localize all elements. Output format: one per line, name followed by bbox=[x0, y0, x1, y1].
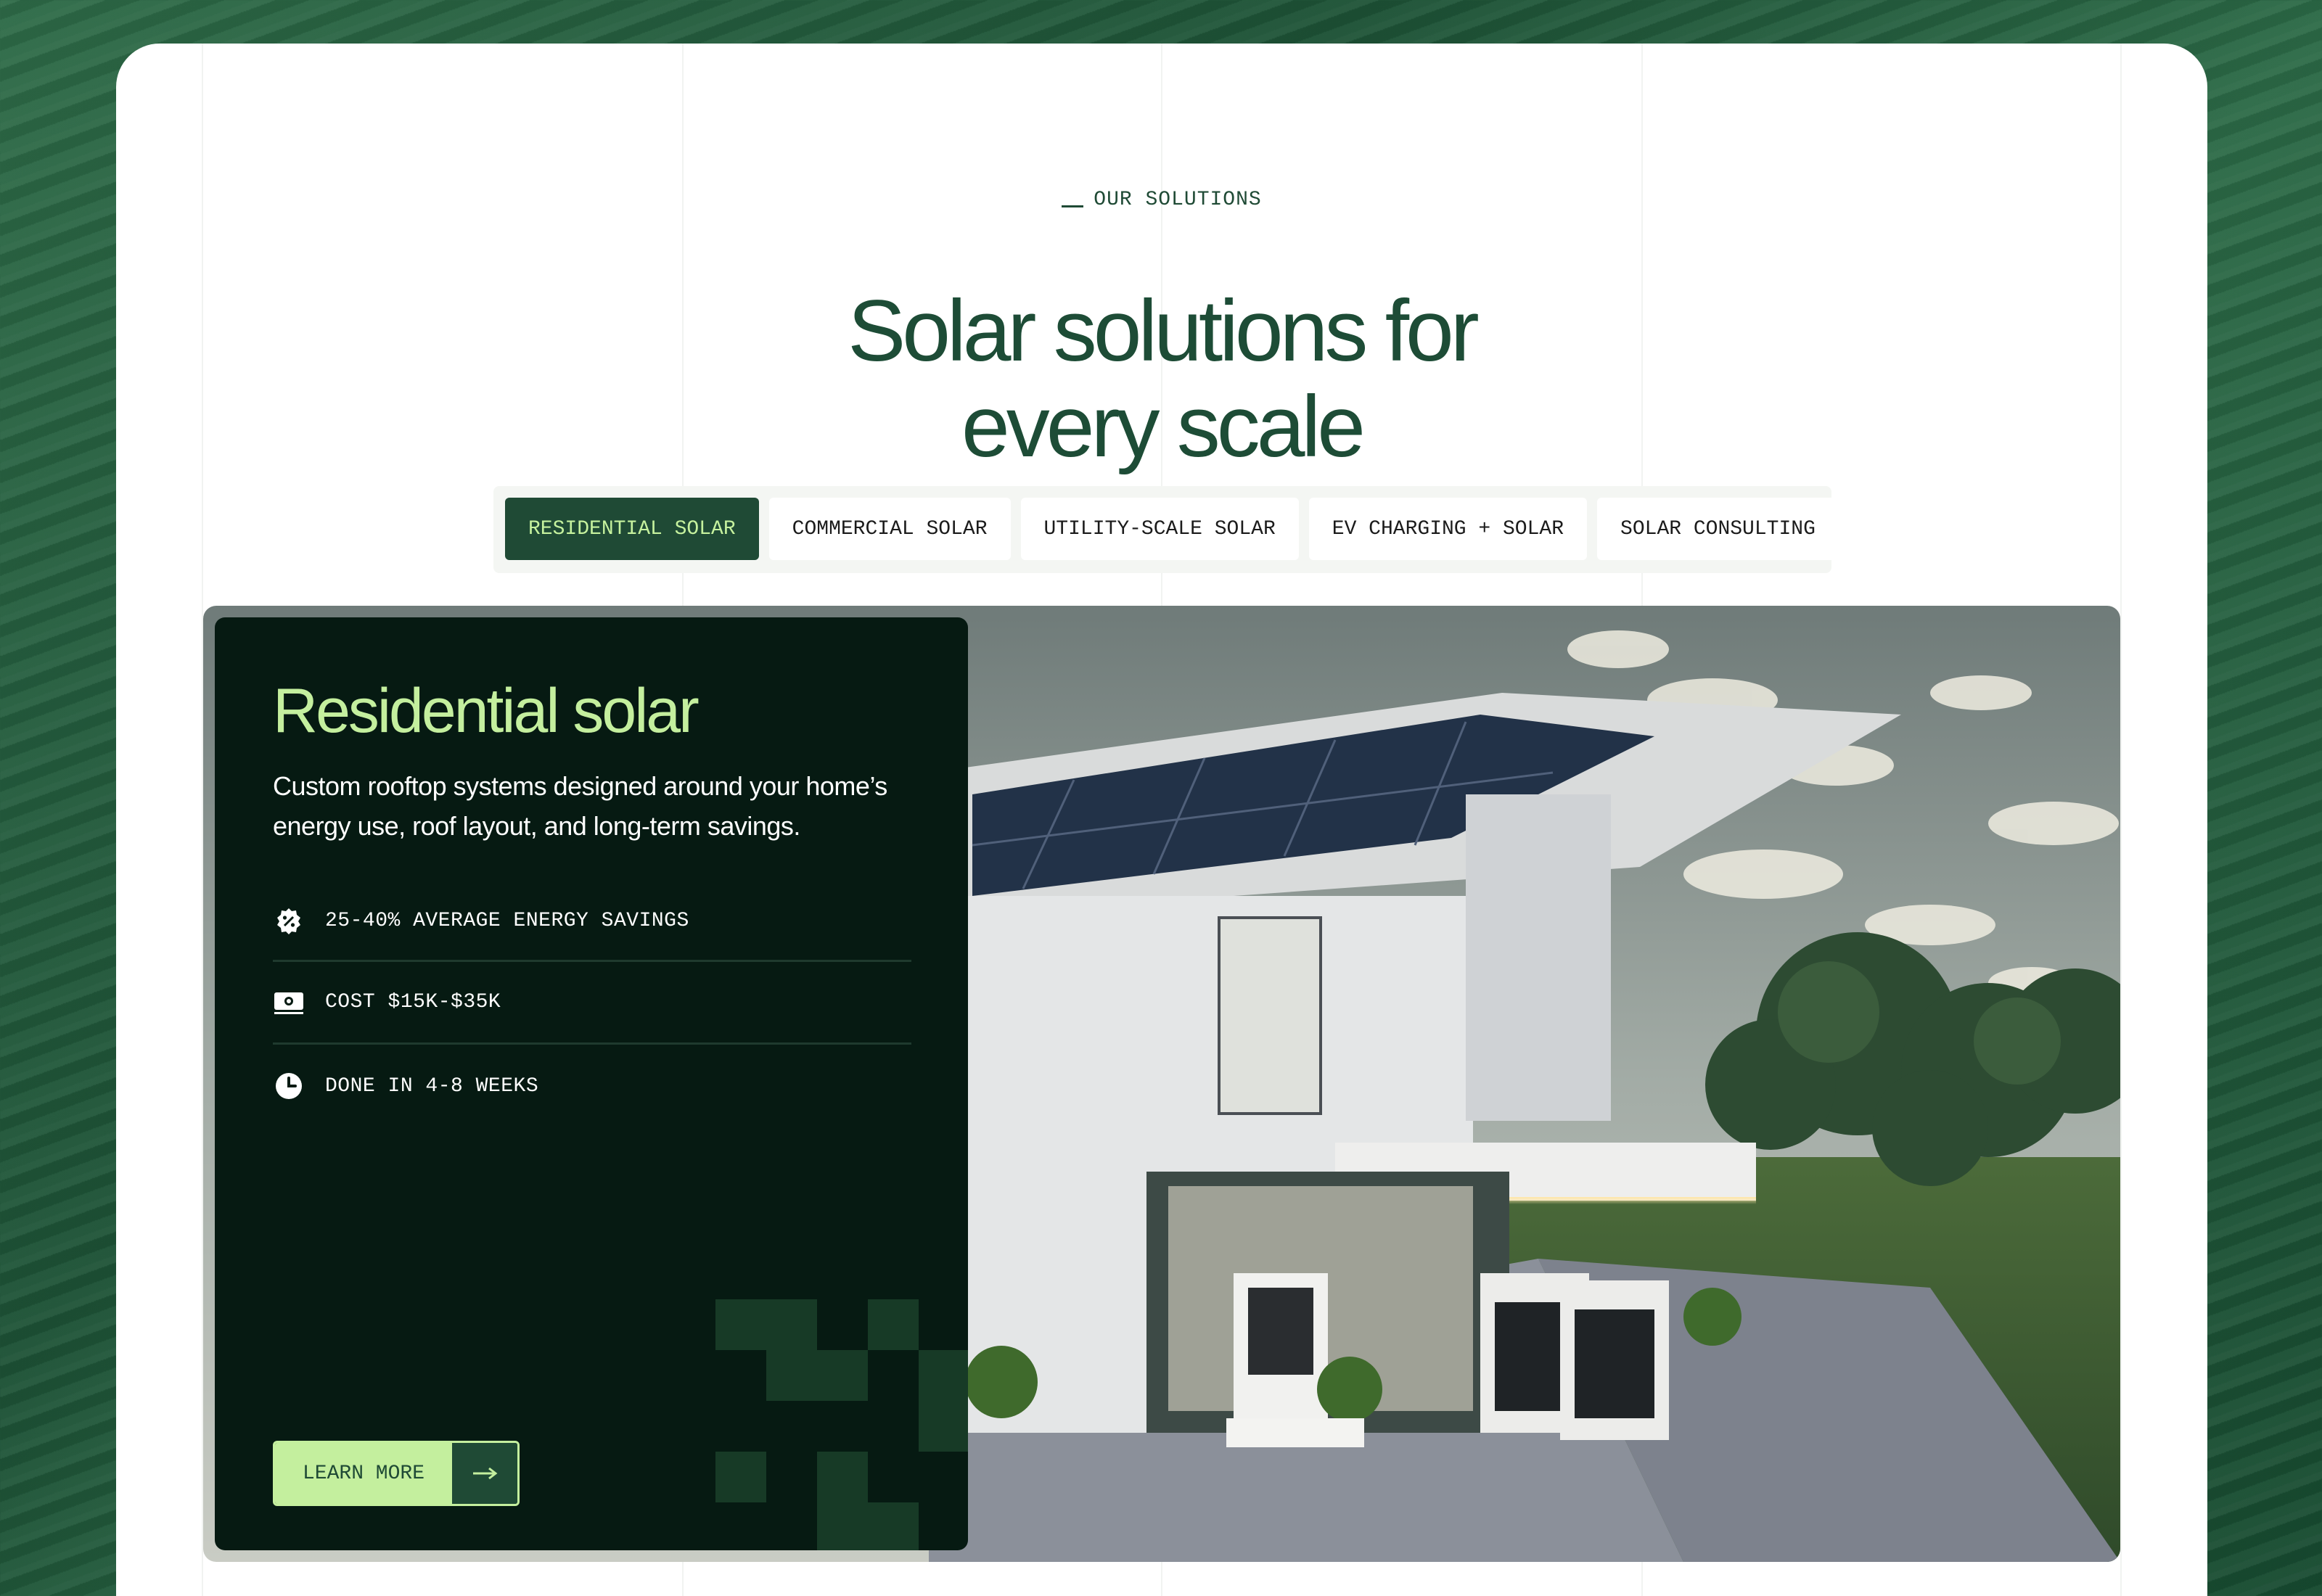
solutions-tabs: RESIDENTIAL SOLAR COMMERCIAL SOLAR UTILI… bbox=[493, 486, 1839, 573]
card-description: Custom rooftop systems designed around y… bbox=[273, 771, 887, 841]
feature-item: DONE IN 4-8 WEEKS bbox=[273, 1045, 911, 1127]
feature-text: DONE IN 4-8 WEEKS bbox=[325, 1074, 539, 1098]
percent-badge-icon bbox=[273, 905, 305, 937]
section-title: Solar solutions for every scale bbox=[116, 283, 2207, 474]
tab-commercial-solar[interactable]: COMMERCIAL SOLAR bbox=[768, 498, 1011, 560]
section-eyebrow: OUR SOLUTIONS bbox=[116, 189, 2207, 211]
feature-list: 25-40% AVERAGE ENERGY SAVINGS COST $15K-… bbox=[273, 900, 911, 1127]
tab-utility-scale-solar[interactable]: UTILITY-SCALE SOLAR bbox=[1020, 498, 1299, 560]
section-title-line2: every scale bbox=[961, 378, 1366, 475]
eyebrow-text: OUR SOLUTIONS bbox=[1094, 189, 1262, 211]
tab-solar-consulting[interactable]: SOLAR CONSULTING bbox=[1597, 498, 1839, 560]
money-bill-icon bbox=[273, 987, 305, 1019]
page-frame: OUR SOLUTIONS Solar solutions for every … bbox=[116, 44, 2207, 1596]
solution-card: Residential solar Custom rooftop systems… bbox=[215, 617, 968, 1550]
arrow-right-icon bbox=[452, 1443, 517, 1504]
solution-panel: Residential solar Custom rooftop systems… bbox=[203, 606, 2120, 1562]
feature-text: 25-40% AVERAGE ENERGY SAVINGS bbox=[325, 910, 689, 932]
card-title: Residential solar bbox=[273, 676, 700, 746]
feature-item: COST $15K-$35K bbox=[273, 962, 911, 1045]
learn-more-label: LEARN MORE bbox=[275, 1443, 452, 1504]
clock-icon bbox=[273, 1070, 305, 1102]
section-title-line1: Solar solutions for bbox=[848, 282, 1479, 379]
feature-text: COST $15K-$35K bbox=[325, 991, 501, 1013]
learn-more-button[interactable]: LEARN MORE bbox=[273, 1441, 520, 1506]
feature-item: 25-40% AVERAGE ENERGY SAVINGS bbox=[273, 882, 911, 962]
tab-ev-charging-solar[interactable]: EV CHARGING + SOLAR bbox=[1308, 498, 1588, 560]
tab-residential-solar[interactable]: RESIDENTIAL SOLAR bbox=[505, 498, 759, 560]
eyebrow-dash bbox=[1062, 205, 1084, 207]
